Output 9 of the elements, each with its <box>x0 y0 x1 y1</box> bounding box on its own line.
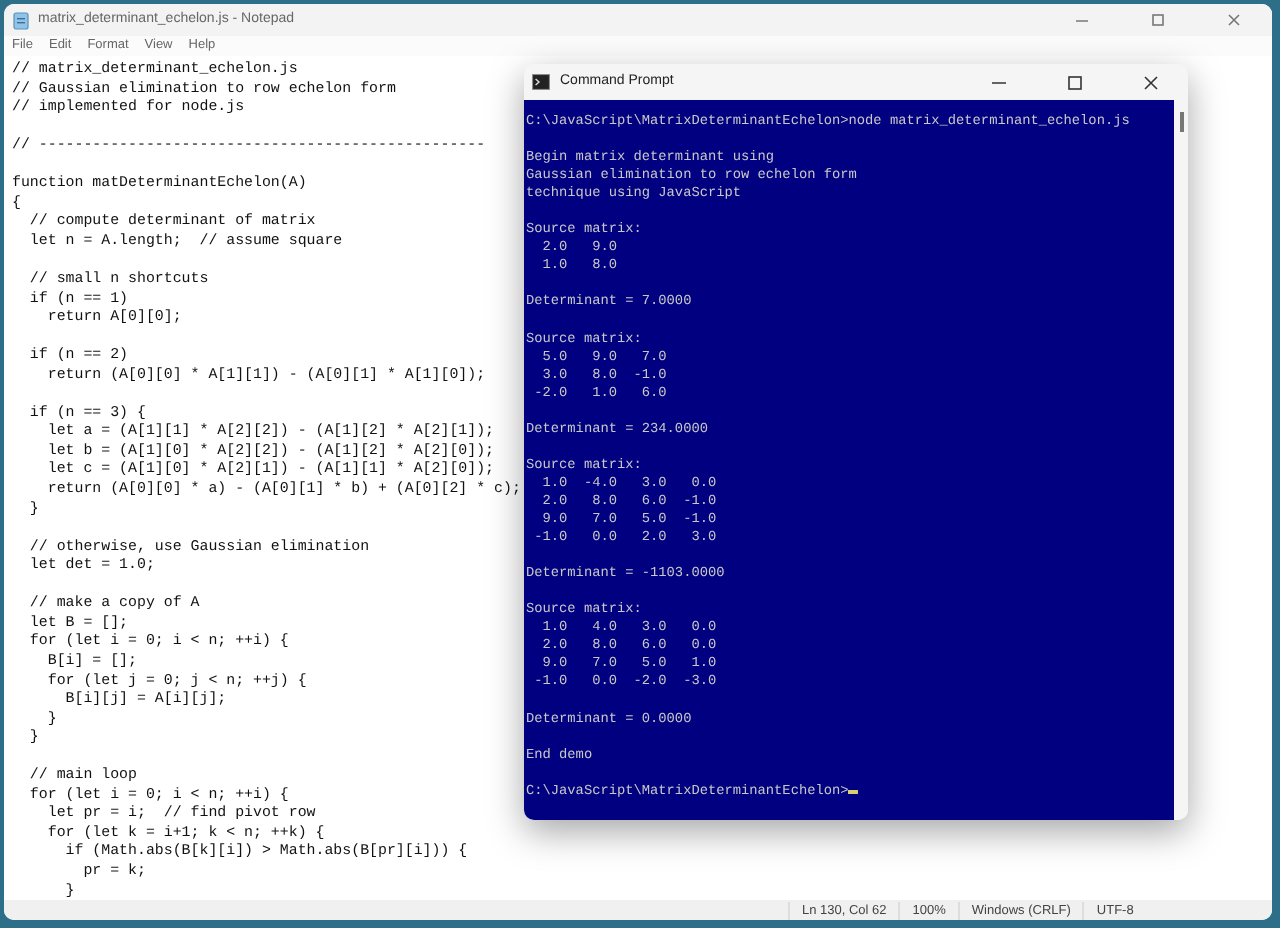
notepad-icon <box>12 11 30 29</box>
close-icon <box>1141 73 1159 91</box>
text-cursor <box>848 790 859 794</box>
scrollbar[interactable] <box>1174 100 1188 820</box>
maximize-icon <box>1065 73 1083 91</box>
close-icon <box>1226 12 1242 28</box>
terminal-icon <box>532 74 550 90</box>
scrollbar-thumb[interactable] <box>1180 112 1183 132</box>
maximize-icon <box>1150 12 1166 28</box>
